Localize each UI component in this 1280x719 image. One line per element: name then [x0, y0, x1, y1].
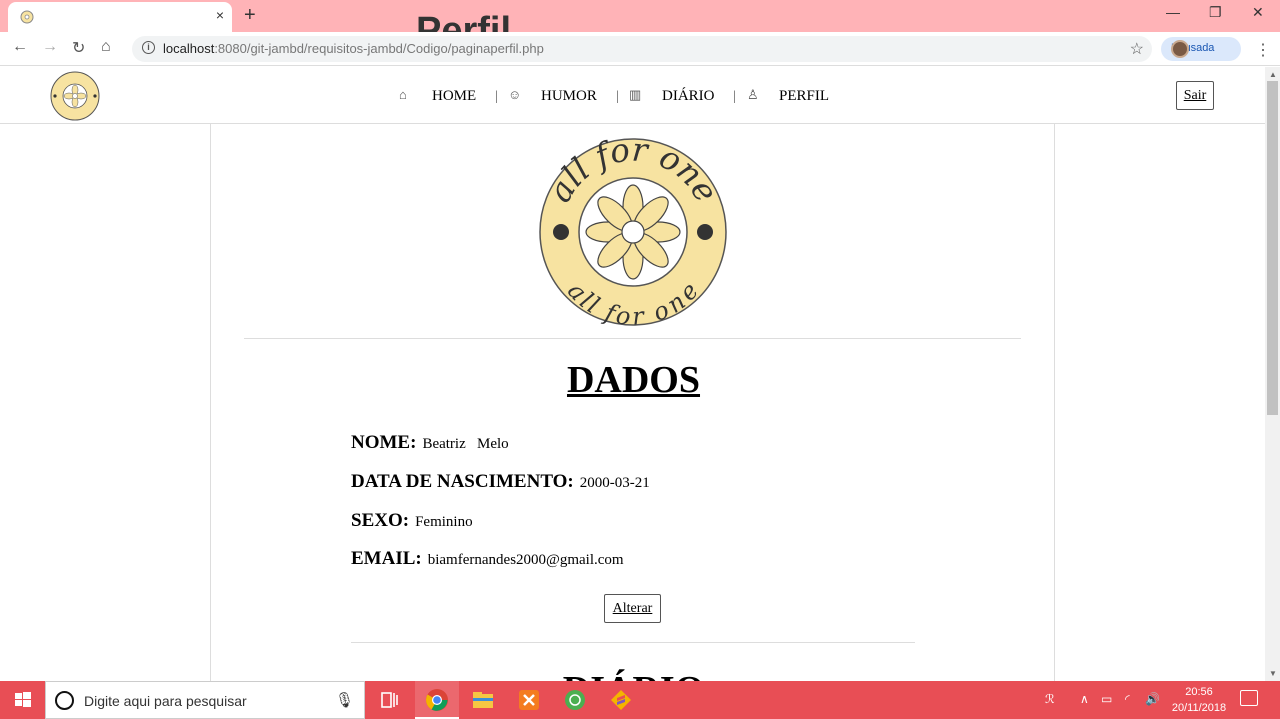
taskbar-search[interactable]: Digite aqui para pesquisar 🎙: [45, 681, 365, 719]
file-explorer-icon[interactable]: [471, 688, 495, 712]
field-value: Feminino: [415, 514, 473, 530]
field-email: EMAIL: biamfernandes2000@gmail.com: [351, 548, 624, 570]
page-scrollbar[interactable]: ▲ ▼: [1265, 67, 1280, 681]
microphone-icon[interactable]: 🎙: [335, 691, 354, 709]
profile-content: all for one all for one DADOS NOME: Beatr…: [210, 124, 1055, 681]
section-title: DADOS: [566, 359, 701, 401]
field-label: EMAIL:: [351, 548, 422, 569]
sublime-icon[interactable]: [609, 688, 633, 712]
minimize-icon[interactable]: —: [1166, 4, 1180, 20]
field-value: biamfernandes2000@gmail.com: [427, 552, 624, 568]
profile-chip[interactable]: Pausada: [1161, 37, 1241, 61]
divider: [351, 642, 915, 643]
nav-separator: |: [733, 89, 736, 104]
nav-separator: |: [495, 89, 498, 104]
cortana-icon[interactable]: [55, 691, 74, 710]
browser-tab[interactable]: Perfil ×: [8, 2, 511, 52]
nav-separator: |: [616, 89, 619, 104]
url-text: localhost:8080/git-jambd/requisitos-jamb…: [163, 41, 544, 56]
site-info-icon[interactable]: i: [142, 41, 155, 54]
wifi-icon[interactable]: ◜: [1125, 692, 1130, 706]
user-icon: ♙: [747, 87, 759, 102]
mood-icon: ☺: [508, 87, 522, 102]
browser-tab-bar: Perfil × + — ❐ ✕: [0, 0, 1280, 52]
search-placeholder: Digite aqui para pesquisar: [84, 693, 247, 709]
address-bar[interactable]: i localhost:8080/git-jambd/requisitos-ja…: [132, 36, 1152, 62]
site-header: ⌂ HOME | ☺ HUMOR | ▥ DIÁRIO | ♙ PERFIL S…: [0, 67, 1265, 124]
next-section-title: DIÁRIO: [211, 668, 1056, 681]
avatar: [1171, 40, 1189, 58]
app-icon[interactable]: [563, 688, 587, 712]
clock-date: 20/11/2018: [1171, 702, 1227, 714]
windows-start-icon[interactable]: [0, 681, 45, 719]
clock-time: 20:56: [1185, 686, 1213, 698]
favicon-icon: [20, 10, 34, 24]
chrome-icon[interactable]: [425, 688, 449, 712]
field-birthdate: DATA DE NASCIMENTO: 2000-03-21: [351, 471, 650, 493]
notifications-icon[interactable]: [1240, 690, 1258, 706]
system-clock[interactable]: 20:56 20/11/2018: [1166, 684, 1232, 716]
field-label: DATA DE NASCIMENTO:: [351, 471, 574, 492]
scroll-up-icon[interactable]: ▲: [1269, 70, 1277, 79]
reload-icon[interactable]: ↻: [72, 38, 85, 58]
tab-close-icon[interactable]: ×: [216, 7, 224, 23]
scroll-thumb[interactable]: [1267, 81, 1278, 415]
windows-taskbar: Digite aqui para pesquisar 🎙 ℛ ∧ ▭ ◜ 🔊 2…: [0, 681, 1280, 719]
task-view-icon[interactable]: [378, 688, 402, 712]
xampp-icon[interactable]: [517, 688, 541, 712]
field-label: NOME:: [351, 432, 417, 453]
people-icon[interactable]: ℛ: [1045, 692, 1055, 706]
battery-icon[interactable]: ▭: [1101, 692, 1112, 706]
nav-humor[interactable]: HUMOR: [541, 88, 597, 105]
site-logo[interactable]: [50, 71, 100, 121]
field-value: 2000-03-21: [579, 475, 650, 491]
volume-icon[interactable]: 🔊: [1145, 692, 1160, 706]
profile-logo: all for one all for one: [539, 137, 727, 327]
field-sex: SEXO: Feminino: [351, 510, 473, 532]
home-icon: ⌂: [399, 87, 407, 102]
field-value: Beatriz Melo: [422, 436, 509, 452]
nav-diario[interactable]: DIÁRIO: [662, 88, 715, 105]
diary-icon: ▥: [629, 87, 642, 102]
nav-perfil[interactable]: PERFIL: [779, 88, 829, 105]
new-tab-button[interactable]: +: [244, 4, 256, 27]
restore-icon[interactable]: ❐: [1209, 4, 1222, 21]
logout-button[interactable]: Sair: [1176, 81, 1214, 110]
web-page: ⌂ HOME | ☺ HUMOR | ▥ DIÁRIO | ♙ PERFIL S…: [0, 67, 1265, 681]
field-label: SEXO:: [351, 510, 410, 531]
close-window-icon[interactable]: ✕: [1252, 4, 1264, 21]
scroll-down-icon[interactable]: ▼: [1269, 669, 1277, 678]
home-browser-icon[interactable]: ⌂: [101, 38, 111, 56]
divider: [244, 338, 1021, 339]
browser-menu-icon[interactable]: ⋮: [1255, 40, 1271, 60]
nav-home[interactable]: HOME: [432, 88, 476, 105]
field-name: NOME: Beatriz Melo: [351, 432, 509, 454]
browser-toolbar: ← → ↻ ⌂ i localhost:8080/git-jambd/requi…: [0, 32, 1280, 66]
edit-button[interactable]: Alterar: [604, 594, 661, 623]
show-hidden-icons[interactable]: ∧: [1080, 692, 1089, 706]
bookmark-star-icon[interactable]: ☆: [1130, 39, 1144, 59]
forward-icon[interactable]: →: [42, 38, 58, 56]
back-icon[interactable]: ←: [12, 38, 28, 56]
